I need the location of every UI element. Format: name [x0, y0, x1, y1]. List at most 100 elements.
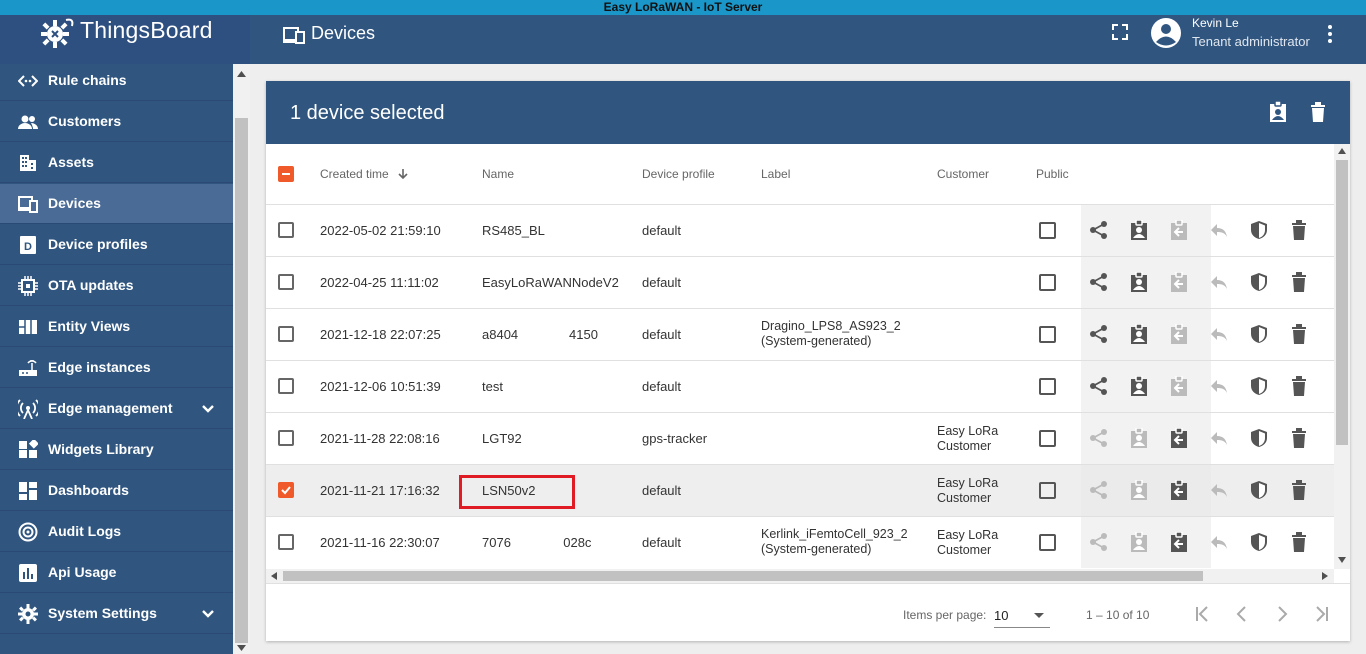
brand[interactable]: ThingsBoard [0, 15, 250, 64]
row-checkbox[interactable] [278, 430, 294, 446]
make-private-icon[interactable] [1209, 532, 1229, 552]
assign-to-customer-icon[interactable] [1129, 220, 1149, 240]
column-header-customer[interactable]: Customer [937, 144, 989, 204]
unassign-from-customer-icon[interactable] [1169, 428, 1189, 448]
table-row[interactable]: 2021-12-06 10:51:39 test default [266, 360, 1334, 412]
scroll-up-icon[interactable] [1338, 148, 1346, 154]
delete-icon[interactable] [1289, 272, 1309, 292]
row-checkbox[interactable] [278, 326, 294, 342]
first-page-icon[interactable] [1192, 604, 1212, 624]
sidebar-item-devices[interactable]: Devices [0, 184, 233, 224]
items-per-page-select[interactable]: 10 [994, 602, 1050, 628]
column-header-label[interactable]: Label [761, 144, 790, 204]
share-icon[interactable] [1089, 272, 1109, 292]
scroll-right-icon[interactable] [1322, 572, 1328, 580]
table-row[interactable]: 2021-11-21 17:16:32 LSN50v2 default Easy Lo… [266, 464, 1334, 516]
row-checkbox[interactable] [278, 482, 294, 498]
delete-icon[interactable] [1289, 220, 1309, 240]
sidebar-item-audit-logs[interactable]: Audit Logs [0, 512, 233, 552]
share-icon[interactable] [1089, 220, 1109, 240]
table-row[interactable]: 2021-11-16 22:30:07 7076 8028c default Kerli… [266, 516, 1334, 568]
sidebar-item-edge-instances[interactable]: Edge instances [0, 348, 233, 388]
delete-icon[interactable] [1289, 532, 1309, 552]
make-private-icon[interactable] [1209, 220, 1229, 240]
unassign-from-customer-icon[interactable] [1169, 324, 1189, 344]
unassign-from-customer-icon[interactable] [1169, 272, 1189, 292]
sidebar-scrollbar[interactable] [233, 64, 250, 654]
table-row[interactable]: 2022-05-02 21:59:10 RS485_BL default [266, 204, 1334, 256]
row-checkbox[interactable] [278, 274, 294, 290]
table-row[interactable]: 2022-04-25 11:11:02 EasyLoRaWANNodeV2 defa… [266, 256, 1334, 308]
last-page-icon[interactable] [1312, 604, 1332, 624]
public-checkbox[interactable] [1039, 222, 1056, 239]
fullscreen-icon[interactable] [1112, 24, 1128, 40]
assign-to-customer-icon[interactable] [1129, 324, 1149, 344]
assign-to-customer-icon[interactable] [1129, 428, 1149, 448]
credentials-icon[interactable] [1249, 428, 1269, 448]
sidebar-item-system-settings[interactable]: System Settings [0, 594, 233, 634]
public-checkbox[interactable] [1039, 430, 1056, 447]
public-checkbox[interactable] [1039, 482, 1056, 499]
credentials-icon[interactable] [1249, 324, 1269, 344]
make-private-icon[interactable] [1209, 324, 1229, 344]
sidebar-item-widgets-library[interactable]: Widgets Library [0, 430, 233, 470]
table-vertical-scrollbar[interactable] [1334, 144, 1350, 569]
table-row[interactable]: 2021-12-18 22:07:25 a8404 4150 default Dragi… [266, 308, 1334, 360]
user-name[interactable]: Kevin Le [1192, 16, 1239, 30]
share-icon[interactable] [1089, 480, 1109, 500]
table-hscroll-thumb[interactable] [283, 571, 1203, 581]
sidebar-item-edge-management[interactable]: Edge management [0, 389, 233, 429]
sidebar-item-dashboards[interactable]: Dashboards [0, 471, 233, 511]
scroll-up-icon[interactable] [237, 70, 246, 78]
credentials-icon[interactable] [1249, 272, 1269, 292]
unassign-from-customer-icon[interactable] [1169, 220, 1189, 240]
delete-icon[interactable] [1289, 376, 1309, 396]
unassign-from-customer-icon[interactable] [1169, 376, 1189, 396]
share-icon[interactable] [1089, 324, 1109, 344]
select-all-checkbox[interactable] [278, 166, 294, 182]
table-horizontal-scrollbar[interactable] [266, 569, 1334, 583]
next-page-icon[interactable] [1272, 604, 1292, 624]
assign-to-customer-icon[interactable] [1129, 376, 1149, 396]
delete-icon[interactable] [1289, 428, 1309, 448]
share-icon[interactable] [1089, 532, 1109, 552]
scroll-down-icon[interactable] [1338, 557, 1346, 563]
column-header-created-time[interactable]: Created time [320, 144, 409, 204]
delete-icon[interactable] [1308, 101, 1328, 123]
assign-to-customer-icon[interactable] [1129, 272, 1149, 292]
public-checkbox[interactable] [1039, 326, 1056, 343]
credentials-icon[interactable] [1249, 220, 1269, 240]
sidebar-item-device-profiles[interactable]: D Device profiles [0, 225, 233, 265]
assign-to-customer-icon[interactable] [1129, 480, 1149, 500]
sidebar-item-customers[interactable]: Customers [0, 102, 233, 142]
make-private-icon[interactable] [1209, 376, 1229, 396]
sidebar-item-rule-chains[interactable]: Rule chains [0, 64, 233, 101]
public-checkbox[interactable] [1039, 534, 1056, 551]
table-row[interactable]: 2021-11-28 22:08:16 LGT92 gps-tracker Easy … [266, 412, 1334, 464]
sidebar-item-ota-updates[interactable]: OTA updates [0, 266, 233, 306]
sidebar-item-entity-views[interactable]: Entity Views [0, 307, 233, 347]
sidebar-item-api-usage[interactable]: Api Usage [0, 553, 233, 593]
credentials-icon[interactable] [1249, 532, 1269, 552]
sidebar-item-assets[interactable]: Assets [0, 143, 233, 183]
assign-to-customer-icon[interactable] [1129, 532, 1149, 552]
sidebar-scroll-thumb[interactable] [235, 118, 248, 643]
scroll-left-icon[interactable] [271, 572, 277, 580]
previous-page-icon[interactable] [1232, 604, 1252, 624]
make-private-icon[interactable] [1209, 480, 1229, 500]
assign-to-customer-icon[interactable] [1268, 101, 1288, 123]
scroll-down-icon[interactable] [237, 644, 246, 652]
delete-icon[interactable] [1289, 324, 1309, 344]
share-icon[interactable] [1089, 428, 1109, 448]
more-vert-icon[interactable] [1323, 24, 1337, 44]
chevron-down-icon[interactable] [200, 606, 216, 622]
make-private-icon[interactable] [1209, 428, 1229, 448]
credentials-icon[interactable] [1249, 376, 1269, 396]
credentials-icon[interactable] [1249, 480, 1269, 500]
column-header-public[interactable]: Public [1036, 144, 1069, 204]
row-checkbox[interactable] [278, 222, 294, 238]
unassign-from-customer-icon[interactable] [1169, 532, 1189, 552]
table-scroll-thumb[interactable] [1336, 160, 1348, 445]
chevron-down-icon[interactable] [200, 401, 216, 417]
column-header-name[interactable]: Name [482, 144, 514, 204]
